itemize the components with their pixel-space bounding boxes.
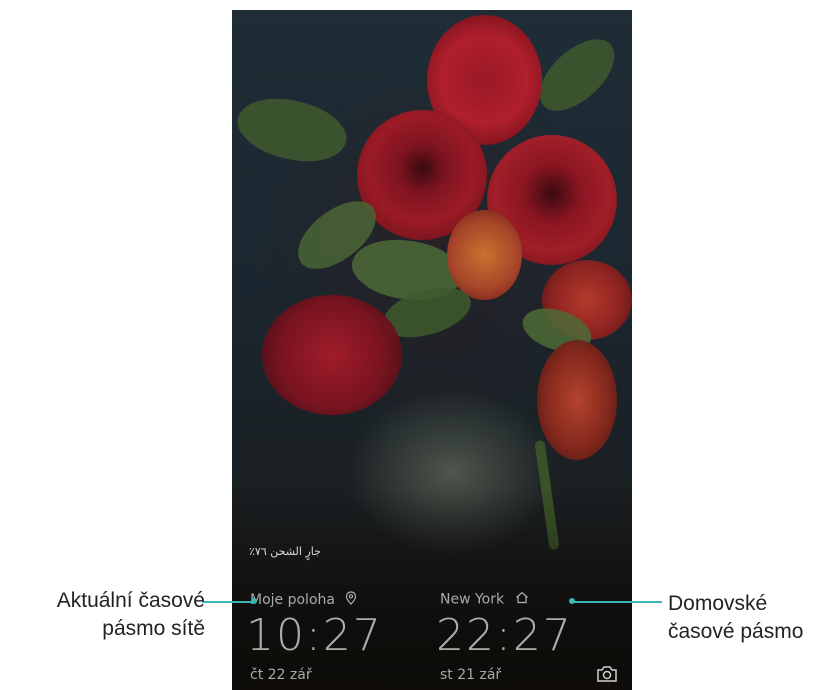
home-icon — [515, 591, 529, 608]
callout-left-line2: pásmo sítě — [102, 617, 205, 640]
clock-local-city: Moje poloha — [250, 591, 357, 609]
clock-home-time: 22:27 — [436, 610, 573, 661]
location-pin-icon — [345, 591, 357, 609]
clock-local-date: čt 22 zář — [250, 667, 312, 683]
clock-local-time: 10:27 — [246, 610, 383, 661]
lockscreen: جارٍ الشحن ٧٦٪ Moje poloha 10:27 čt 22 z… — [232, 10, 632, 690]
clock-home-city-label: New York — [440, 591, 505, 608]
callout-dot-right — [569, 598, 575, 604]
flower-decoration — [447, 210, 522, 300]
callout-dot-left — [251, 598, 257, 604]
callout-home-timezone: Domovské časové pásmo — [668, 590, 840, 646]
flower-decoration — [262, 295, 402, 415]
callout-right-line2: časové pásmo — [668, 620, 804, 643]
callout-line-right — [572, 601, 662, 603]
flower-decoration — [537, 340, 617, 460]
clock-local-city-label: Moje poloha — [250, 592, 335, 608]
camera-icon[interactable] — [596, 665, 618, 683]
clock-home-date: st 21 zář — [440, 667, 502, 683]
charging-status: جارٍ الشحن ٧٦٪ — [249, 545, 321, 558]
callout-left-line1: Aktuální časové — [56, 589, 205, 612]
callout-line-left — [202, 601, 254, 603]
callout-network-timezone: Aktuální časové pásmo sítě — [0, 587, 205, 643]
clock-home-city: New York — [440, 591, 529, 608]
callout-right-line1: Domovské — [668, 592, 768, 615]
leaf-decoration — [232, 82, 354, 178]
